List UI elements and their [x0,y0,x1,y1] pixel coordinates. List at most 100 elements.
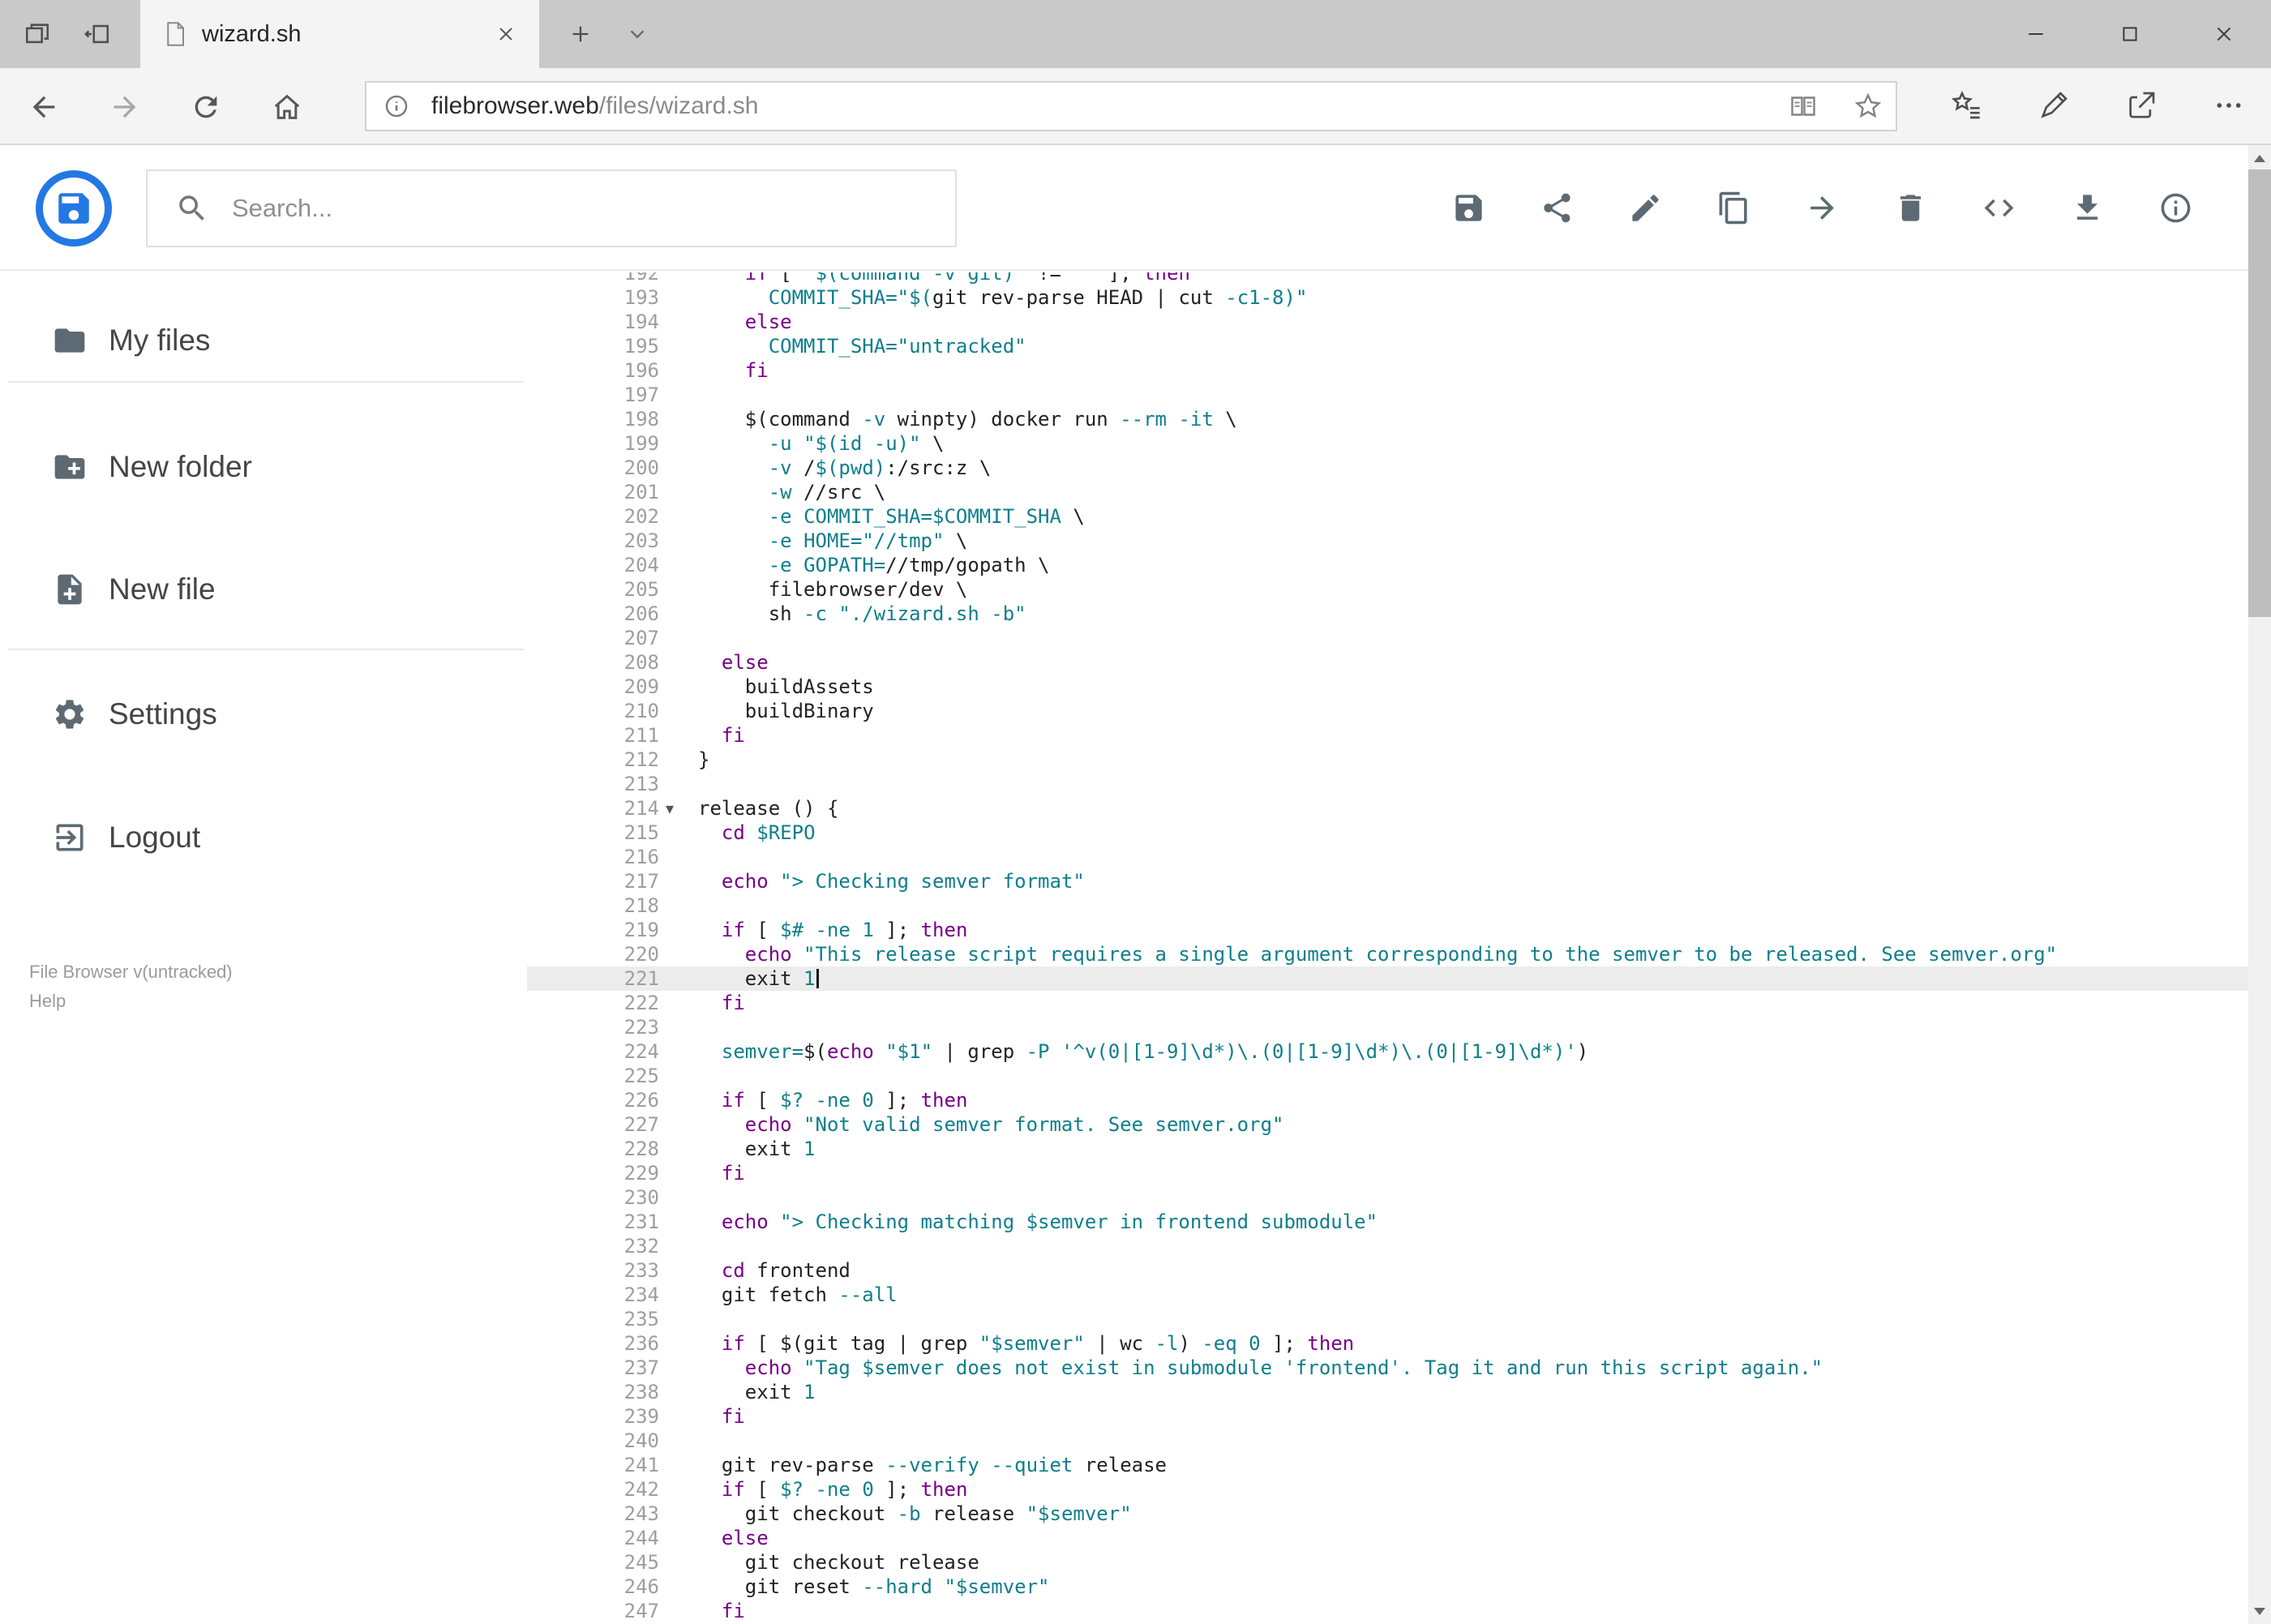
tab-close-icon[interactable] [494,22,518,46]
tabs-set-aside-icon[interactable] [11,0,63,68]
code-line[interactable]: 230 [527,1185,2248,1210]
code-line[interactable]: 241 git rev-parse --verify --quiet relea… [527,1453,2248,1477]
code-line[interactable]: 223 [527,1015,2248,1039]
hub-favorites-icon[interactable] [1948,88,1984,123]
code-line[interactable]: 237 echo "Tag $semver does not exist in … [527,1356,2248,1380]
scrollbar-up-arrow[interactable] [2248,147,2271,169]
code-editor[interactable]: 192 if [ "$(command -v git)" != "" ]; th… [527,272,2248,1624]
code-line[interactable]: 238 exit 1 [527,1380,2248,1404]
save-button[interactable] [1451,191,1486,225]
window-maximize-button[interactable] [2083,0,2177,68]
code-line[interactable]: 195 COMMIT_SHA="untracked" [527,334,2248,358]
code-line[interactable]: 233 cd frontend [527,1258,2248,1283]
forward-button[interactable] [107,89,143,125]
code-line[interactable]: 197 [527,383,2248,407]
code-line[interactable]: 208 else [527,650,2248,675]
code-line[interactable]: 202 -e COMMIT_SHA=$COMMIT_SHA \ [527,504,2248,529]
code-line[interactable]: 236 if [ $(git tag | grep "$semver" | wc… [527,1331,2248,1356]
new-tab-button[interactable] [559,18,602,50]
code-line[interactable]: 214 ▾ release () { [527,796,2248,821]
code-line[interactable]: 203 -e HOME="//tmp" \ [527,529,2248,553]
code-line[interactable]: 227 echo "Not valid semver format. See s… [527,1112,2248,1137]
code-line[interactable]: 213 [527,772,2248,796]
copy-button[interactable] [1716,191,1751,225]
code-line[interactable]: 204 -e GOPATH=//tmp/gopath \ [527,553,2248,577]
code-line[interactable]: 205 filebrowser/dev \ [527,577,2248,602]
code-line[interactable]: 216 [527,845,2248,869]
code-line[interactable]: 215 cd $REPO [527,821,2248,845]
code-line[interactable]: 199 -u "$(id -u)" \ [527,431,2248,456]
code-line[interactable]: 193 COMMIT_SHA="$(git rev-parse HEAD | c… [527,285,2248,310]
sidebar-item-logout[interactable]: Logout [0,813,527,862]
code-line[interactable]: 206 sh -c "./wizard.sh -b" [527,602,2248,626]
code-line[interactable]: 220 echo "This release script requires a… [527,942,2248,966]
scrollbar-down-arrow[interactable] [2248,1600,2271,1622]
code-line[interactable]: 225 [527,1064,2248,1088]
code-line[interactable]: 194 else [527,310,2248,334]
search-box[interactable] [146,169,957,247]
more-settings-icon[interactable] [2211,88,2247,123]
code-line[interactable]: 218 [527,893,2248,918]
code-line[interactable]: 242 if [ $? -ne 0 ]; then [527,1477,2248,1502]
sidebar-item-settings[interactable]: Settings [0,690,527,739]
share-button[interactable] [1540,191,1575,225]
window-close-button[interactable] [2177,0,2271,68]
search-input[interactable] [232,194,936,223]
code-line[interactable]: 235 [527,1307,2248,1331]
code-line[interactable]: 212} [527,748,2248,772]
code-line[interactable]: 226 if [ $? -ne 0 ]; then [527,1088,2248,1112]
scrollbar-thumb[interactable] [2248,169,2271,617]
code-line[interactable]: 200 -v /$(pwd):/src:z \ [527,456,2248,480]
code-line[interactable]: 209 buildAssets [527,675,2248,699]
back-button[interactable] [26,89,62,125]
share-icon[interactable] [2123,88,2159,123]
download-button[interactable] [2070,191,2105,225]
raw-code-button[interactable] [1982,191,2016,225]
refresh-button[interactable] [188,89,224,125]
page-info-icon[interactable] [383,92,410,120]
address-bar[interactable]: filebrowser.web/files/wizard.sh [365,81,1897,131]
move-button[interactable] [1805,191,1840,225]
code-line[interactable]: 239 fi [527,1404,2248,1429]
code-line[interactable]: 244 else [527,1526,2248,1550]
code-line[interactable]: 231 echo "> Checking matching $semver in… [527,1210,2248,1234]
code-line[interactable]: 234 git fetch --all [527,1283,2248,1307]
code-line[interactable]: 229 fi [527,1161,2248,1185]
code-line[interactable]: 243 git checkout -b release "$semver" [527,1502,2248,1526]
set-tabs-aside-icon[interactable] [71,0,123,68]
code-line[interactable]: 228 exit 1 [527,1137,2248,1161]
code-line[interactable]: 224 semver=$(echo "$1" | grep -P '^v(0|[… [527,1039,2248,1064]
page-scrollbar[interactable] [2248,145,2271,1624]
code-line[interactable]: 232 [527,1234,2248,1258]
code-line[interactable]: 198 $(command -v winpty) docker run --rm… [527,407,2248,431]
rename-button[interactable] [1628,191,1663,225]
code-area[interactable]: 192 if [ "$(command -v git)" != "" ]; th… [527,272,2248,1623]
filebrowser-logo[interactable] [36,170,112,246]
tab-list-chevron-icon[interactable] [616,18,658,50]
home-button[interactable] [269,89,305,125]
window-minimize-button[interactable] [1989,0,2083,68]
web-note-pen-icon[interactable] [2036,88,2072,123]
reading-view-icon[interactable] [1789,92,1818,121]
code-line[interactable]: 201 -w //src \ [527,480,2248,504]
code-line[interactable]: 196 fi [527,358,2248,383]
sidebar-item-my-files[interactable]: My files [0,316,527,365]
info-button[interactable] [2158,191,2193,225]
code-line[interactable]: 192 if [ "$(command -v git)" != "" ]; th… [527,272,2248,285]
code-line[interactable]: 207 [527,626,2248,650]
sidebar-item-new-file[interactable]: New file [0,565,527,614]
code-line[interactable]: 217 echo "> Checking semver format" [527,869,2248,893]
add-favorite-star-icon[interactable] [1853,92,1883,121]
code-line[interactable]: 219 if [ $# -ne 1 ]; then [527,918,2248,942]
code-line[interactable]: 210 buildBinary [527,699,2248,723]
code-line[interactable]: 245 git checkout release [527,1550,2248,1575]
code-line[interactable]: 211 fi [527,723,2248,748]
delete-button[interactable] [1893,191,1928,225]
browser-tab[interactable]: wizard.sh [140,0,539,68]
code-line[interactable]: 247 fi [527,1599,2248,1623]
sidebar-item-new-folder[interactable]: New folder [0,443,527,491]
code-line[interactable]: 240 [527,1429,2248,1453]
code-line[interactable]: 222 fi [527,991,2248,1015]
code-line[interactable]: 221 exit 1 [527,966,2248,991]
help-link[interactable]: Help [29,991,66,1012]
